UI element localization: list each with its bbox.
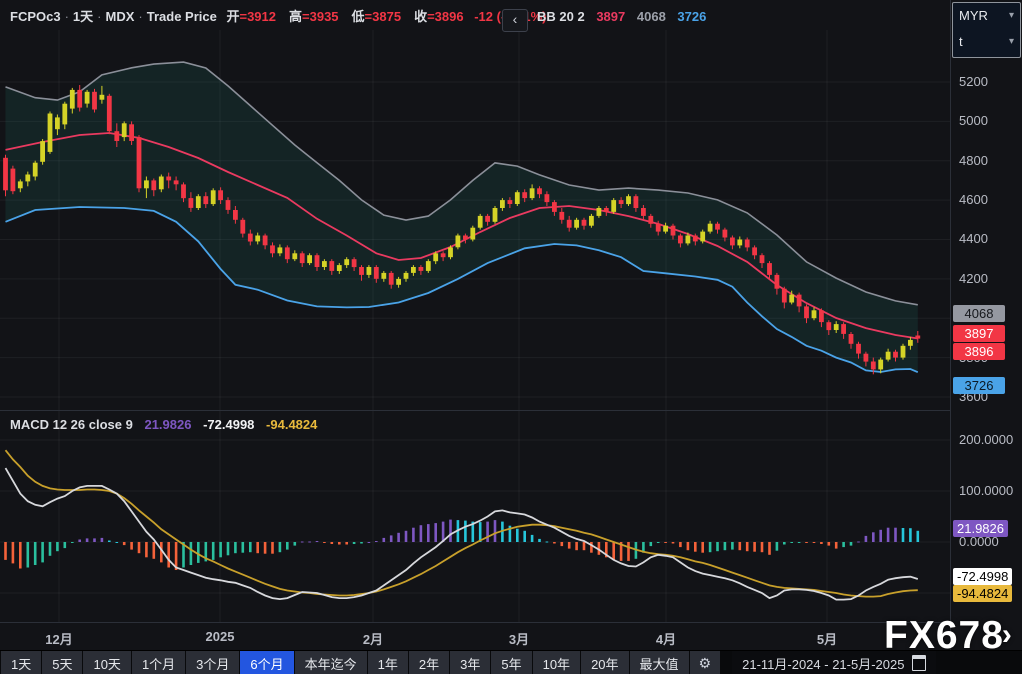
macd-indicator-legend: MACD 12 26 close 9 21.9826 -72.4998 -94.… (10, 417, 325, 433)
time-axis[interactable]: 12月 2025 2月 3月 4月 5月 (0, 622, 950, 651)
macd-line-value: -72.4998 (203, 417, 255, 432)
exchange-label: MDX (105, 9, 135, 24)
trading-chart-app: FCPOc3 · 1天 · MDX · Trade Price 开=3912 高=3935 低=… (0, 0, 1022, 674)
ohlc-field-label: 开 (226, 9, 240, 24)
macd-signal-value: -94.4824 (266, 417, 318, 432)
currency-unit-box: MYR ▾ t ▾ (952, 2, 1021, 58)
range-button-20年[interactable]: 20年 (581, 651, 629, 674)
axis-price-badge: 4068 (953, 305, 1005, 322)
bb-mid-value: 3897 (596, 9, 626, 24)
range-toolbar: 1天 5天 10天 1个月 3个月 6个月 本年迄今 1年 2年 3年 5年 10年 20年 最大值 ⚙ 21… (0, 650, 1022, 674)
date-range-text: 21-11月-2024 - 21-5月-2025 (742, 656, 905, 672)
price-pane-legend: FCPOc3 · 1天 · MDX · Trade Price 开=3912 高=3935 低=… (10, 8, 553, 26)
unit-select[interactable]: t ▾ (953, 29, 1020, 55)
legend-collapse-button[interactable]: ‹ (502, 9, 528, 32)
chart-canvas[interactable] (0, 0, 1022, 674)
axis-price-badge: 3897 (953, 325, 1005, 342)
calendar-icon[interactable] (912, 655, 927, 671)
macd-hist-value: 21.9826 (144, 417, 192, 432)
range-button-本年迄今[interactable]: 本年迄今 (294, 651, 367, 674)
ohlc-values: 开=3912 高=3935 低=3875 收=3896 (220, 9, 470, 24)
range-button-10天[interactable]: 10天 (83, 651, 131, 674)
ohlc-field-value: =3875 (364, 9, 402, 24)
bb-upper-value: 4068 (636, 9, 666, 24)
axis-price-badge: -72.4998 (953, 568, 1013, 585)
chevron-down-icon: ▾ (1008, 10, 1014, 21)
pane-divider[interactable] (0, 410, 950, 411)
price-tick-label: 4400 (959, 231, 988, 247)
date-range-picker[interactable]: 21-11月-2024 - 21-5月-2025 (732, 651, 937, 674)
time-axis-label[interactable]: 5月 (817, 629, 837, 648)
time-axis-label[interactable]: 4月 (656, 629, 676, 648)
macd-tick-label: 100.0000 (959, 483, 1014, 498)
range-button-5年[interactable]: 5年 (491, 651, 532, 674)
ohlc-field-value: =3935 (302, 9, 339, 24)
range-button-1天[interactable]: 1天 (1, 651, 42, 674)
chevron-down-icon: ▾ (1008, 36, 1014, 47)
bb-indicator-legend: BB 20 2 3897 4068 3726 (537, 8, 714, 26)
gear-icon[interactable]: ⚙ (689, 651, 721, 674)
fx678-logo-arrow: › (1001, 618, 1013, 651)
axis-price-badge: 3896 (953, 343, 1005, 360)
ohlc-field-label: 低 (351, 9, 365, 24)
macd-tick-label: 200.0000 (959, 432, 1014, 447)
range-button-1年[interactable]: 1年 (367, 651, 408, 674)
bb-title: BB 20 2 (537, 9, 585, 24)
time-axis-label[interactable]: 2025 (206, 629, 235, 644)
time-axis-label[interactable]: 12月 (45, 629, 72, 648)
price-tick-label: 4800 (959, 152, 988, 168)
range-button-最大值[interactable]: 最大值 (629, 651, 689, 674)
ohlc-field-label: 收 (414, 9, 428, 24)
range-button-1个月[interactable]: 1个月 (131, 651, 186, 674)
axis-price-badge: -94.4824 (953, 585, 1013, 602)
currency-select[interactable]: MYR ▾ (953, 3, 1020, 29)
interval-label: 1天 (72, 9, 94, 24)
axis-price-badge: 3726 (953, 377, 1005, 394)
range-button-3年[interactable]: 3年 (450, 651, 491, 674)
time-axis-label[interactable]: 2月 (363, 629, 383, 648)
symbol-label: FCPOc3 (10, 9, 61, 24)
ohlc-field-value: =3896 (427, 9, 464, 24)
range-button-5天[interactable]: 5天 (42, 651, 83, 674)
price-axis[interactable]: 5200500048004600440042003800360040683897… (950, 0, 1022, 650)
ohlc-field-value: =3912 (239, 9, 276, 24)
range-button-6个月[interactable]: 6个月 (240, 651, 294, 674)
time-axis-label[interactable]: 3月 (509, 629, 529, 648)
price-tick-label: 4200 (959, 270, 988, 286)
range-button-3个月[interactable]: 3个月 (186, 651, 240, 674)
macd-title: MACD 12 26 close 9 (10, 417, 133, 432)
axis-price-badge: 21.9826 (953, 520, 1008, 537)
price-tick-label: 5200 (959, 74, 988, 89)
range-button-10年[interactable]: 10年 (532, 651, 581, 674)
bb-lower-value: 3726 (677, 9, 707, 24)
range-button-2年[interactable]: 2年 (408, 651, 450, 674)
price-tick-label: 4600 (959, 192, 988, 208)
ohlc-field-label: 高 (289, 9, 303, 24)
price-type-label: Trade Price (146, 9, 217, 24)
price-tick-label: 5000 (959, 113, 988, 129)
